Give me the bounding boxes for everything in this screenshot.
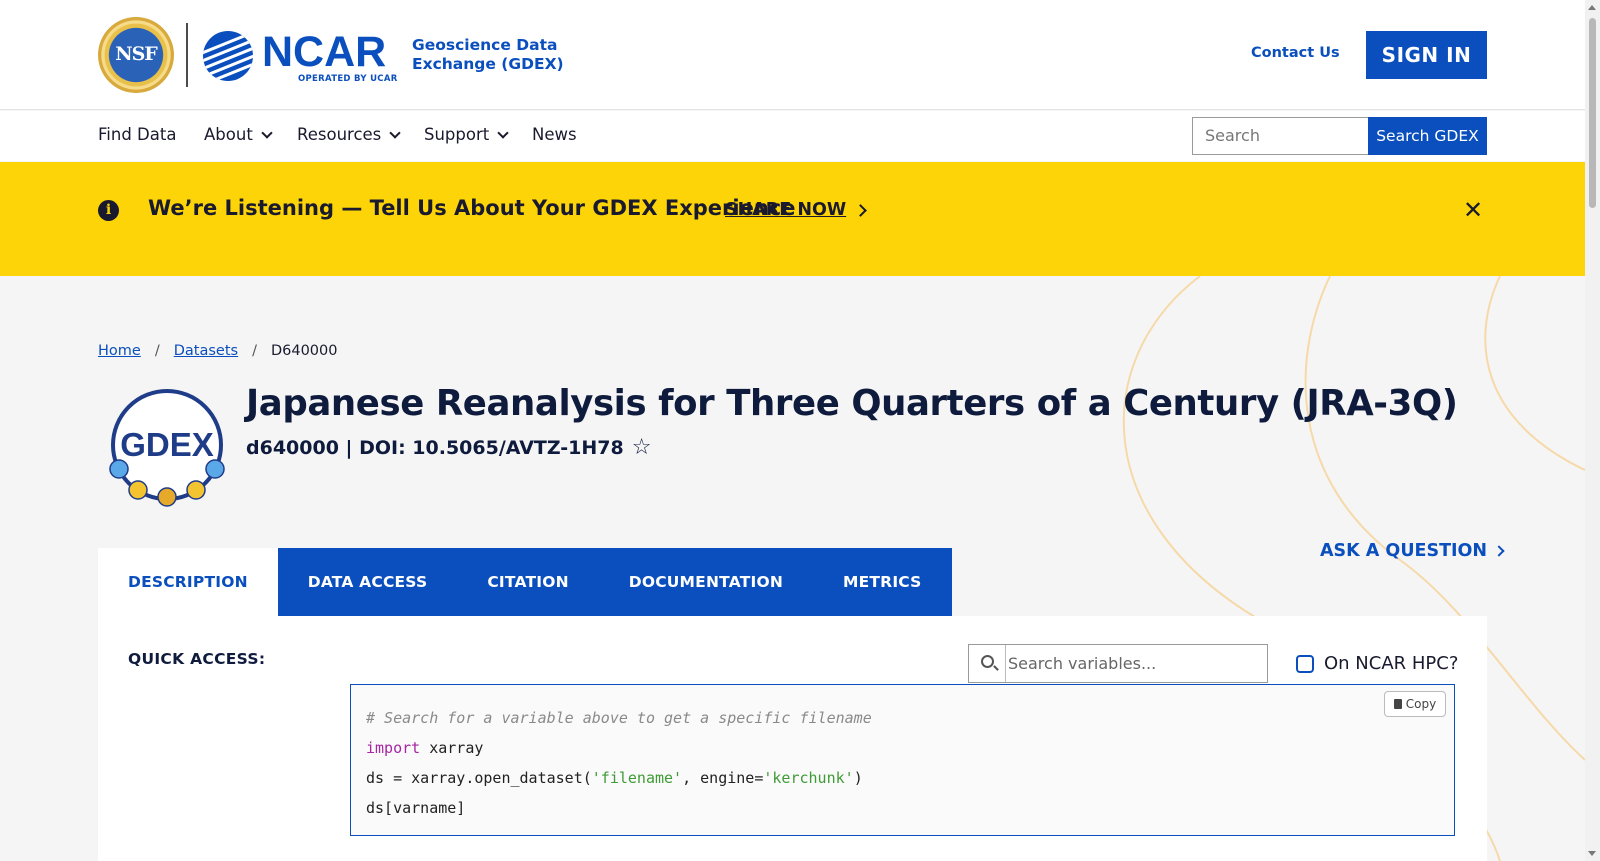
code-text: ds = xarray.open_dataset( — [366, 769, 592, 787]
search-divider — [1005, 645, 1006, 682]
code-snippet: Copy # Search for a variable above to ge… — [350, 684, 1455, 836]
breadcrumb-separator: / — [252, 343, 257, 359]
copy-label: Copy — [1405, 697, 1437, 711]
doi-text: d640000 | DOI: 10.5065/AVTZ-1H78 — [246, 436, 624, 459]
code-comment: # Search for a variable above to get a s… — [366, 709, 872, 727]
nsf-logo[interactable]: NSF — [98, 17, 174, 93]
clipboard-icon — [1393, 699, 1402, 709]
code-string: 'filename' — [591, 769, 683, 787]
ask-a-question-link[interactable]: ASK A QUESTION — [1320, 541, 1505, 561]
gdex-logo: GDEX — [109, 389, 225, 507]
share-now-link[interactable]: SHARE NOW — [725, 200, 868, 220]
search-gdex-button[interactable]: Search GDEX — [1368, 117, 1487, 155]
code-line: ds = xarray.open_dataset('filename', eng… — [366, 763, 1439, 793]
main-nav: Find Data About Resources Support News S… — [0, 111, 1585, 161]
scroll-down-arrow-icon[interactable] — [1588, 851, 1596, 856]
gdex-logo-text: GDEX — [120, 426, 214, 463]
nav-news[interactable]: News — [532, 125, 577, 144]
quick-access-panel: QUICK ACCESS: Search variables... On NCA… — [98, 616, 1487, 861]
ncar-logo[interactable]: NCAR — [262, 28, 386, 77]
code-line: ds[varname] — [366, 793, 1439, 823]
code-text: xarray — [420, 739, 484, 757]
breadcrumb: Home / Datasets / D640000 — [98, 343, 337, 359]
nav-news-label: News — [532, 125, 577, 144]
chevron-right-icon — [854, 203, 868, 217]
page-scrollbar[interactable] — [1585, 0, 1600, 861]
dataset-doi-line: d640000 | DOI: 10.5065/AVTZ-1H78 ☆ — [246, 435, 651, 460]
dataset-tabs: DESCRIPTION DATA ACCESS CITATION DOCUMEN… — [98, 548, 952, 616]
ask-a-question-label: ASK A QUESTION — [1320, 541, 1488, 561]
page: NSF NCAR OPERATED BY UCAR Geoscience Dat… — [0, 0, 1585, 861]
code-line: import xarray — [366, 733, 1439, 763]
tab-description[interactable]: DESCRIPTION — [98, 548, 278, 616]
hpc-label: On NCAR HPC? — [1324, 653, 1459, 674]
code-line: # Search for a variable above to get a s… — [366, 703, 1439, 733]
nav-find-data[interactable]: Find Data — [98, 125, 176, 144]
tab-data-access[interactable]: DATA ACCESS — [277, 548, 458, 616]
banner-text: We’re Listening — Tell Us About Your GDE… — [148, 196, 796, 220]
nav-about-label: About — [204, 125, 253, 144]
scroll-up-arrow-icon[interactable] — [1588, 5, 1596, 10]
close-banner-button[interactable]: ✕ — [1463, 196, 1483, 224]
variable-search-placeholder: Search variables... — [1008, 654, 1157, 673]
feedback-banner: i We’re Listening — Tell Us About Your G… — [0, 162, 1585, 276]
info-icon: i — [98, 200, 119, 221]
nav-about[interactable]: About — [204, 125, 273, 144]
variable-search-input[interactable]: Search variables... — [968, 644, 1268, 683]
tab-citation[interactable]: CITATION — [457, 548, 599, 616]
search-icon — [981, 655, 994, 668]
code-text: , engine= — [682, 769, 764, 787]
chevron-down-icon — [261, 126, 273, 139]
breadcrumb-home[interactable]: Home — [98, 343, 141, 359]
nav-support-label: Support — [424, 125, 490, 144]
ncar-globe-icon[interactable] — [203, 31, 253, 81]
tab-metrics[interactable]: METRICS — [813, 548, 952, 616]
breadcrumb-datasets[interactable]: Datasets — [174, 343, 238, 359]
nav-support[interactable]: Support — [424, 125, 509, 144]
share-now-label: SHARE NOW — [725, 200, 847, 220]
page-title: Japanese Reanalysis for Three Quarters o… — [246, 383, 1458, 424]
copy-button[interactable]: Copy — [1384, 691, 1446, 717]
breadcrumb-separator: / — [154, 343, 160, 359]
ncar-hpc-toggle[interactable]: On NCAR HPC? — [1296, 653, 1458, 674]
scrollbar-thumb[interactable] — [1589, 18, 1596, 208]
logo-divider — [186, 23, 188, 87]
nav-resources-label: Resources — [297, 125, 382, 144]
hpc-checkbox[interactable] — [1296, 654, 1314, 673]
nav-find-data-label: Find Data — [98, 125, 177, 144]
code-string: 'kerchunk' — [763, 769, 854, 787]
ncar-logo-subtext: OPERATED BY UCAR — [298, 74, 398, 84]
nsf-logo-text: NSF — [115, 43, 158, 65]
site-name[interactable]: Geoscience Data Exchange (GDEX) — [412, 36, 572, 74]
code-keyword: import — [366, 739, 421, 757]
chevron-down-icon — [497, 126, 509, 139]
chevron-down-icon — [389, 126, 401, 139]
code-text: ds[varname] — [366, 799, 466, 817]
top-header: NSF NCAR OPERATED BY UCAR Geoscience Dat… — [0, 0, 1585, 110]
breadcrumb-current: D640000 — [270, 343, 338, 359]
chevron-right-icon — [1493, 545, 1505, 557]
sign-in-button[interactable]: SIGN IN — [1366, 31, 1487, 79]
site-search-input[interactable]: Search — [1192, 117, 1369, 155]
contact-us-link[interactable]: Contact Us — [1251, 45, 1340, 61]
tab-documentation[interactable]: DOCUMENTATION — [598, 548, 813, 616]
nav-resources[interactable]: Resources — [297, 125, 401, 144]
quick-access-label: QUICK ACCESS: — [128, 650, 266, 668]
code-text: ) — [853, 769, 863, 787]
star-icon[interactable]: ☆ — [632, 435, 652, 460]
